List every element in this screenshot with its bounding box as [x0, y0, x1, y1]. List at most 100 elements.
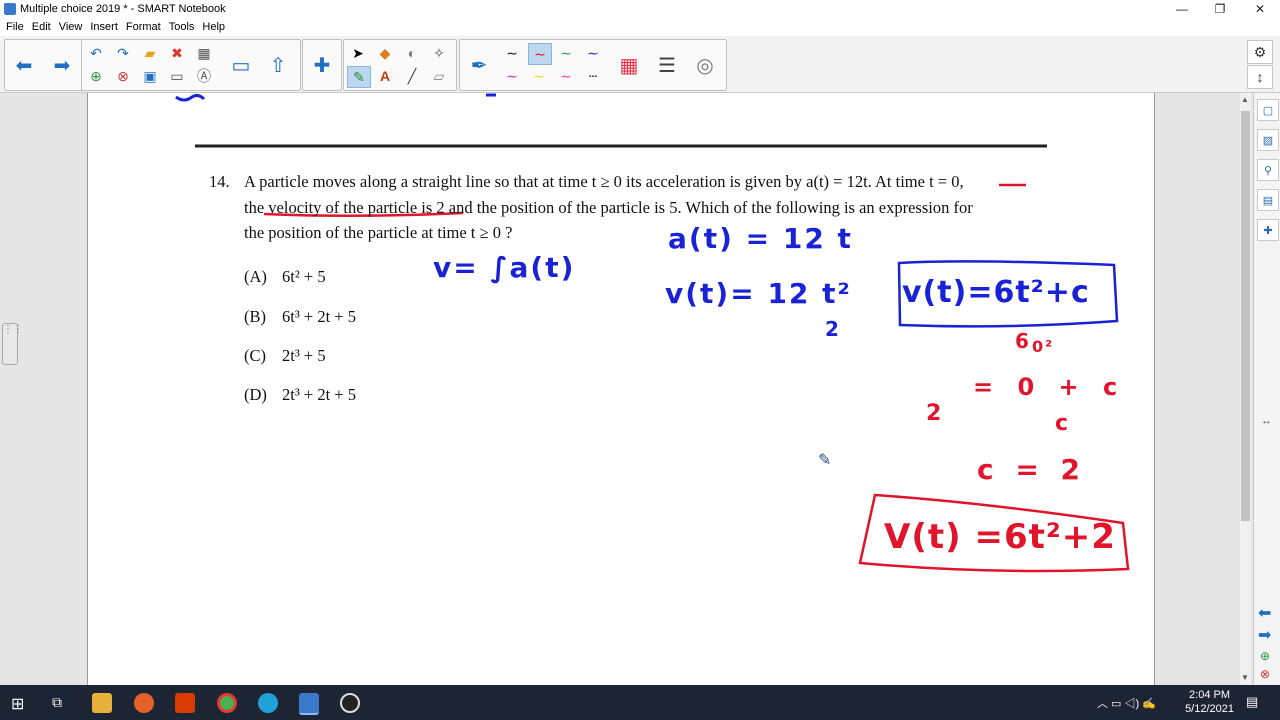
ink-velocity-general[interactable]: v(t)=6t²+c	[902, 275, 1090, 310]
ink-velocity-integral[interactable]: v(t)= 12 t²	[665, 277, 852, 310]
task-view-icon[interactable]: ⧉	[52, 694, 62, 711]
option-c[interactable]: (C) 2t³ + 5	[244, 346, 326, 366]
question-line-2: the velocity of the particle is 2 and th…	[244, 198, 973, 217]
option-d-label: (D)	[244, 385, 267, 404]
add-in-icon[interactable]: ✚	[309, 52, 335, 78]
menu-edit[interactable]: Edit	[28, 19, 55, 36]
settings-gear-icon[interactable]: ⚙	[1247, 40, 1273, 64]
notebook-page[interactable]: 14. A particle moves along a straight li…	[87, 93, 1155, 685]
save-icon[interactable]: ▣	[139, 66, 161, 86]
pen-icon[interactable]: ✒	[466, 52, 492, 78]
fill-color-icon[interactable]: ▦	[616, 52, 642, 78]
menu-view[interactable]: View	[55, 19, 87, 36]
table-icon[interactable]: ▦	[193, 43, 215, 63]
back-arrow-icon[interactable]: ⬅	[11, 52, 37, 78]
ink-c[interactable]: c	[1055, 411, 1070, 436]
text-recognition-icon[interactable]: Ⓐ	[193, 66, 215, 86]
ink-stroke	[175, 93, 206, 102]
ink-c-equals-2[interactable]: c = 2	[977, 453, 1086, 486]
undo-icon[interactable]: ↶	[85, 43, 107, 63]
smart-notebook-taskbar-icon[interactable]	[299, 693, 319, 715]
pen-red-icon[interactable]: ∼	[528, 43, 552, 65]
ink-two[interactable]: 2	[926, 401, 943, 426]
forward-arrow-icon[interactable]: ➡	[49, 52, 75, 78]
creative-pen-icon[interactable]: ✎	[347, 66, 371, 88]
share-icon[interactable]: ⇧	[265, 52, 291, 78]
text-icon[interactable]: A	[374, 66, 396, 86]
menu-insert[interactable]: Insert	[86, 19, 122, 36]
pen-purple-icon[interactable]: ∼	[501, 66, 523, 86]
line-icon[interactable]: ╱	[401, 66, 423, 86]
firefox-icon[interactable]	[134, 693, 154, 713]
ink-zero-plus-c[interactable]: = 0 + c	[973, 373, 1125, 401]
resize-arrows-icon[interactable]: ↔	[1261, 415, 1272, 427]
pen-pink-icon[interactable]: ∼	[555, 66, 577, 86]
toolbar-move-icon[interactable]: ↕	[1247, 65, 1273, 89]
menu-format[interactable]: Format	[122, 19, 165, 36]
delete-page-icon[interactable]: ⊗	[112, 66, 134, 86]
pen-yellow-icon[interactable]: ∼	[528, 66, 550, 86]
menu-tools[interactable]: Tools	[165, 19, 199, 36]
menu-help[interactable]: Help	[198, 19, 229, 36]
option-a-text: 6t² + 5	[282, 267, 326, 286]
pen-cursor-icon: ✎	[818, 452, 832, 469]
canvas-area: ⋮⋮ 14. A particle moves along a straight…	[0, 93, 1280, 685]
ink-velocity-answer[interactable]: V(t) =6t²+2	[884, 517, 1116, 557]
page-scrollbar[interactable]: ▲ ▼	[1240, 93, 1251, 685]
shapes-icon[interactable]: ◆	[374, 43, 396, 63]
pen-dashed-icon[interactable]: ┄	[582, 66, 604, 86]
side-delete-page-icon[interactable]: ⊗	[1260, 667, 1270, 681]
windows-taskbar: ⊞ ⧉ ︿ ▭ ◁) ✍ 2:04 PM 5/12/2021 ▤	[0, 685, 1280, 720]
clock-date: 5/12/2021	[1185, 703, 1234, 715]
pen-blue-icon[interactable]: ∼	[582, 43, 604, 63]
ink-v-integral[interactable]: v= ∫a(t)	[433, 251, 575, 284]
pen-green-icon[interactable]: ∼	[555, 43, 577, 63]
delete-icon[interactable]: ✖	[166, 43, 188, 63]
option-a[interactable]: (A) 6t² + 5	[244, 267, 326, 287]
open-folder-icon[interactable]: ▰	[139, 43, 161, 63]
toolbar: ⬅ ➡ ↶ ↷ ▰ ✖ ▦ ⊕ ⊗ ▣ ▭ Ⓐ ▭ ⇧ ✚ ➤ ◆ ◐ ✧ ✎ …	[0, 36, 1280, 93]
side-forward-arrow-icon[interactable]: ➡	[1258, 625, 1271, 645]
scrollbar-thumb[interactable]	[1241, 111, 1250, 521]
add-ons-tab-icon[interactable]: ✚	[1257, 219, 1279, 241]
select-icon[interactable]: ➤	[347, 43, 369, 63]
pen-eraser-icon[interactable]: ◐	[401, 43, 423, 63]
office-icon[interactable]	[175, 693, 195, 713]
windows-start-icon[interactable]: ⊞	[11, 694, 24, 714]
gallery-tab-icon[interactable]: ▨	[1257, 129, 1279, 151]
screen-shade-icon[interactable]: ▭	[166, 66, 188, 86]
close-button[interactable]: ✕	[1240, 0, 1280, 19]
side-add-page-icon[interactable]: ⊕	[1260, 649, 1270, 663]
edge-icon[interactable]	[258, 693, 278, 713]
chrome-icon[interactable]	[217, 693, 237, 713]
option-d[interactable]: (D) 2t³ + 2t + 5	[244, 385, 356, 405]
tray-icons[interactable]: ︿ ▭ ◁) ✍	[1097, 695, 1156, 711]
ink-denominator[interactable]: 2	[825, 317, 841, 341]
minimize-button[interactable]: —	[1162, 0, 1202, 19]
file-explorer-icon[interactable]	[92, 693, 112, 713]
attachments-tab-icon[interactable]: ⚲	[1257, 159, 1279, 181]
maximize-button[interactable]: ❐	[1200, 0, 1240, 19]
ink-six[interactable]: 6	[1015, 329, 1031, 353]
add-page-icon[interactable]: ⊕	[85, 66, 107, 86]
properties-tab-icon[interactable]: ▤	[1257, 189, 1279, 211]
magic-pen-icon[interactable]: ✧	[428, 43, 450, 63]
notifications-icon[interactable]: ▤	[1246, 694, 1258, 710]
properties-icon[interactable]: ☰	[654, 52, 680, 78]
page-sorter-tab-icon[interactable]: ▢	[1257, 99, 1279, 121]
taskbar-clock[interactable]: 2:04 PM 5/12/2021	[1185, 688, 1234, 716]
display-icon[interactable]: ▭	[228, 52, 254, 78]
ink-zero-squared[interactable]: 0²	[1032, 337, 1054, 356]
left-panel-grip[interactable]: ⋮⋮	[2, 323, 23, 365]
scroll-up-icon[interactable]: ▲	[1241, 95, 1249, 104]
obs-icon[interactable]	[340, 693, 360, 713]
pen-black-icon[interactable]: ∼	[501, 43, 523, 63]
scroll-down-icon[interactable]: ▼	[1241, 673, 1249, 682]
option-b[interactable]: (B) 6t³ + 2t + 5	[244, 307, 356, 327]
more-icon[interactable]: ◎	[692, 52, 718, 78]
ink-acceleration[interactable]: a(t) = 12 t	[668, 222, 853, 255]
side-back-arrow-icon[interactable]: ⬅	[1258, 603, 1271, 623]
menu-file[interactable]: File	[2, 19, 28, 36]
redo-icon[interactable]: ↷	[112, 43, 134, 63]
eraser-icon[interactable]: ▱	[428, 66, 450, 86]
